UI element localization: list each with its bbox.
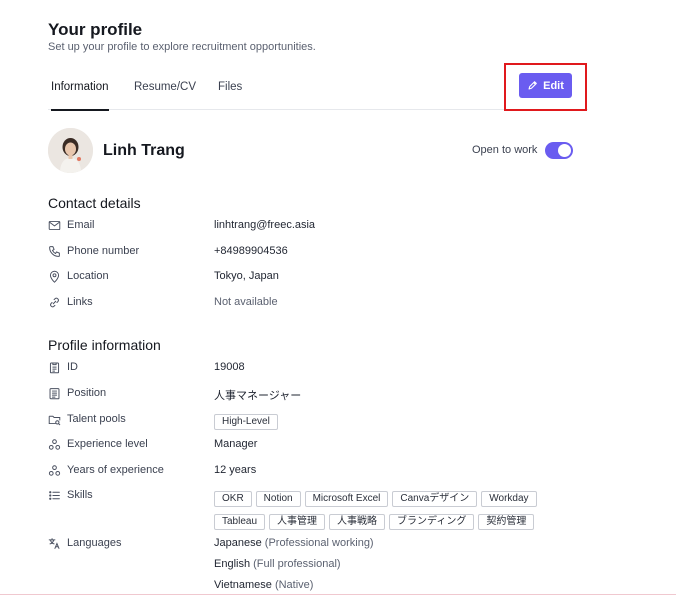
language-item: Vietnamese (Native) (214, 579, 313, 591)
language-item: Japanese (Professional working) (214, 537, 374, 549)
folder-search-icon (48, 413, 61, 426)
edit-button[interactable]: Edit (519, 73, 572, 98)
translate-icon (48, 537, 61, 550)
page-subtitle: Set up your profile to explore recruitme… (48, 41, 316, 53)
skills-chips-row-2: Tableau 人事管理 人事戦略 ブランディング 契約管理 (214, 511, 538, 530)
avatar (48, 128, 93, 173)
talent-pools-chips: High-Level (214, 411, 282, 430)
email-value: linhtrang@freec.asia (214, 219, 316, 231)
list-icon (48, 489, 61, 502)
info-row-experience-level: Experience level Manager (48, 436, 608, 454)
tab-information[interactable]: Information (51, 70, 109, 111)
info-row-id: ID 19008 (48, 359, 608, 377)
skill-chip: OKR (214, 491, 252, 507)
experience-level-label: Experience level (67, 438, 148, 450)
pencil-icon (528, 81, 537, 90)
years-value: 12 years (214, 464, 257, 476)
tab-resume-cv[interactable]: Resume/CV (134, 70, 196, 110)
bottom-divider (0, 594, 676, 595)
clipboard-icon (48, 361, 61, 374)
id-value: 19008 (214, 361, 245, 373)
profile-information-title: Profile information (48, 337, 161, 353)
id-label: ID (67, 361, 78, 373)
skill-chip: 人事管理 (269, 514, 326, 530)
contact-row-email: Email linhtrang@freec.asia (48, 217, 608, 235)
edit-button-label: Edit (543, 79, 564, 92)
info-row-language-2: English (Full professional) (48, 556, 608, 574)
position-label: Position (67, 387, 107, 399)
info-row-language-3: Vietnamese (Native) (48, 577, 608, 595)
location-label: Location (67, 270, 109, 282)
talent-pools-label: Talent pools (67, 413, 126, 425)
skills-chips-row-1: OKR Notion Microsoft Excel Canvaデザイン Workday (214, 488, 541, 507)
language-level: (Native) (274, 579, 314, 591)
hierarchy-icon (48, 464, 61, 477)
language-name: Japanese (214, 537, 262, 549)
links-label: Links (67, 296, 93, 308)
open-to-work-label: Open to work (472, 144, 538, 156)
skill-chip: Microsoft Excel (304, 491, 389, 507)
page-title: Your profile (48, 20, 143, 39)
info-row-languages: Languages Japanese (Professional working… (48, 535, 608, 553)
languages-label: Languages (67, 537, 122, 549)
skill-chip: Notion (255, 491, 301, 507)
mail-icon (48, 219, 61, 232)
language-name: Vietnamese (214, 579, 272, 591)
document-icon (48, 387, 61, 400)
position-value: 人事マネージャー (214, 390, 302, 402)
language-level: (Professional working) (264, 537, 374, 549)
language-item: English (Full professional) (214, 558, 341, 570)
info-row-years: Years of experience 12 years (48, 462, 608, 480)
contact-row-links: Links Not available (48, 294, 608, 312)
years-label: Years of experience (67, 464, 164, 476)
hierarchy-icon (48, 438, 61, 451)
skill-chip: Tableau (214, 514, 266, 530)
location-value: Tokyo, Japan (214, 270, 279, 282)
skill-chip: Canvaデザイン (392, 491, 478, 507)
skill-chip: 人事戦略 (329, 514, 386, 530)
contact-row-phone: Phone number +84989904536 (48, 243, 608, 261)
phone-label: Phone number (67, 245, 140, 257)
phone-icon (48, 245, 61, 258)
contact-details-title: Contact details (48, 195, 141, 211)
experience-level-value: Manager (214, 438, 258, 450)
language-name: English (214, 558, 251, 570)
location-pin-icon (48, 270, 61, 283)
info-row-talent-pools: Talent pools (48, 411, 608, 429)
email-label: Email (67, 219, 95, 231)
link-icon (48, 296, 61, 309)
language-level: (Full professional) (253, 558, 341, 570)
open-to-work-toggle[interactable] (545, 142, 573, 159)
toggle-knob (558, 144, 571, 157)
profile-name: Linh Trang (103, 142, 185, 159)
skill-chip: 契約管理 (478, 514, 535, 530)
info-row-position: Position 人事マネージャー (48, 385, 608, 403)
tab-files[interactable]: Files (218, 70, 242, 110)
links-value: Not available (214, 296, 278, 308)
contact-row-location: Location Tokyo, Japan (48, 268, 608, 286)
phone-value: +84989904536 (214, 245, 288, 257)
skill-chip: ブランディング (389, 514, 475, 530)
skills-label: Skills (67, 489, 93, 501)
skill-chip: Workday (481, 491, 537, 507)
talent-pool-chip: High-Level (214, 414, 278, 430)
